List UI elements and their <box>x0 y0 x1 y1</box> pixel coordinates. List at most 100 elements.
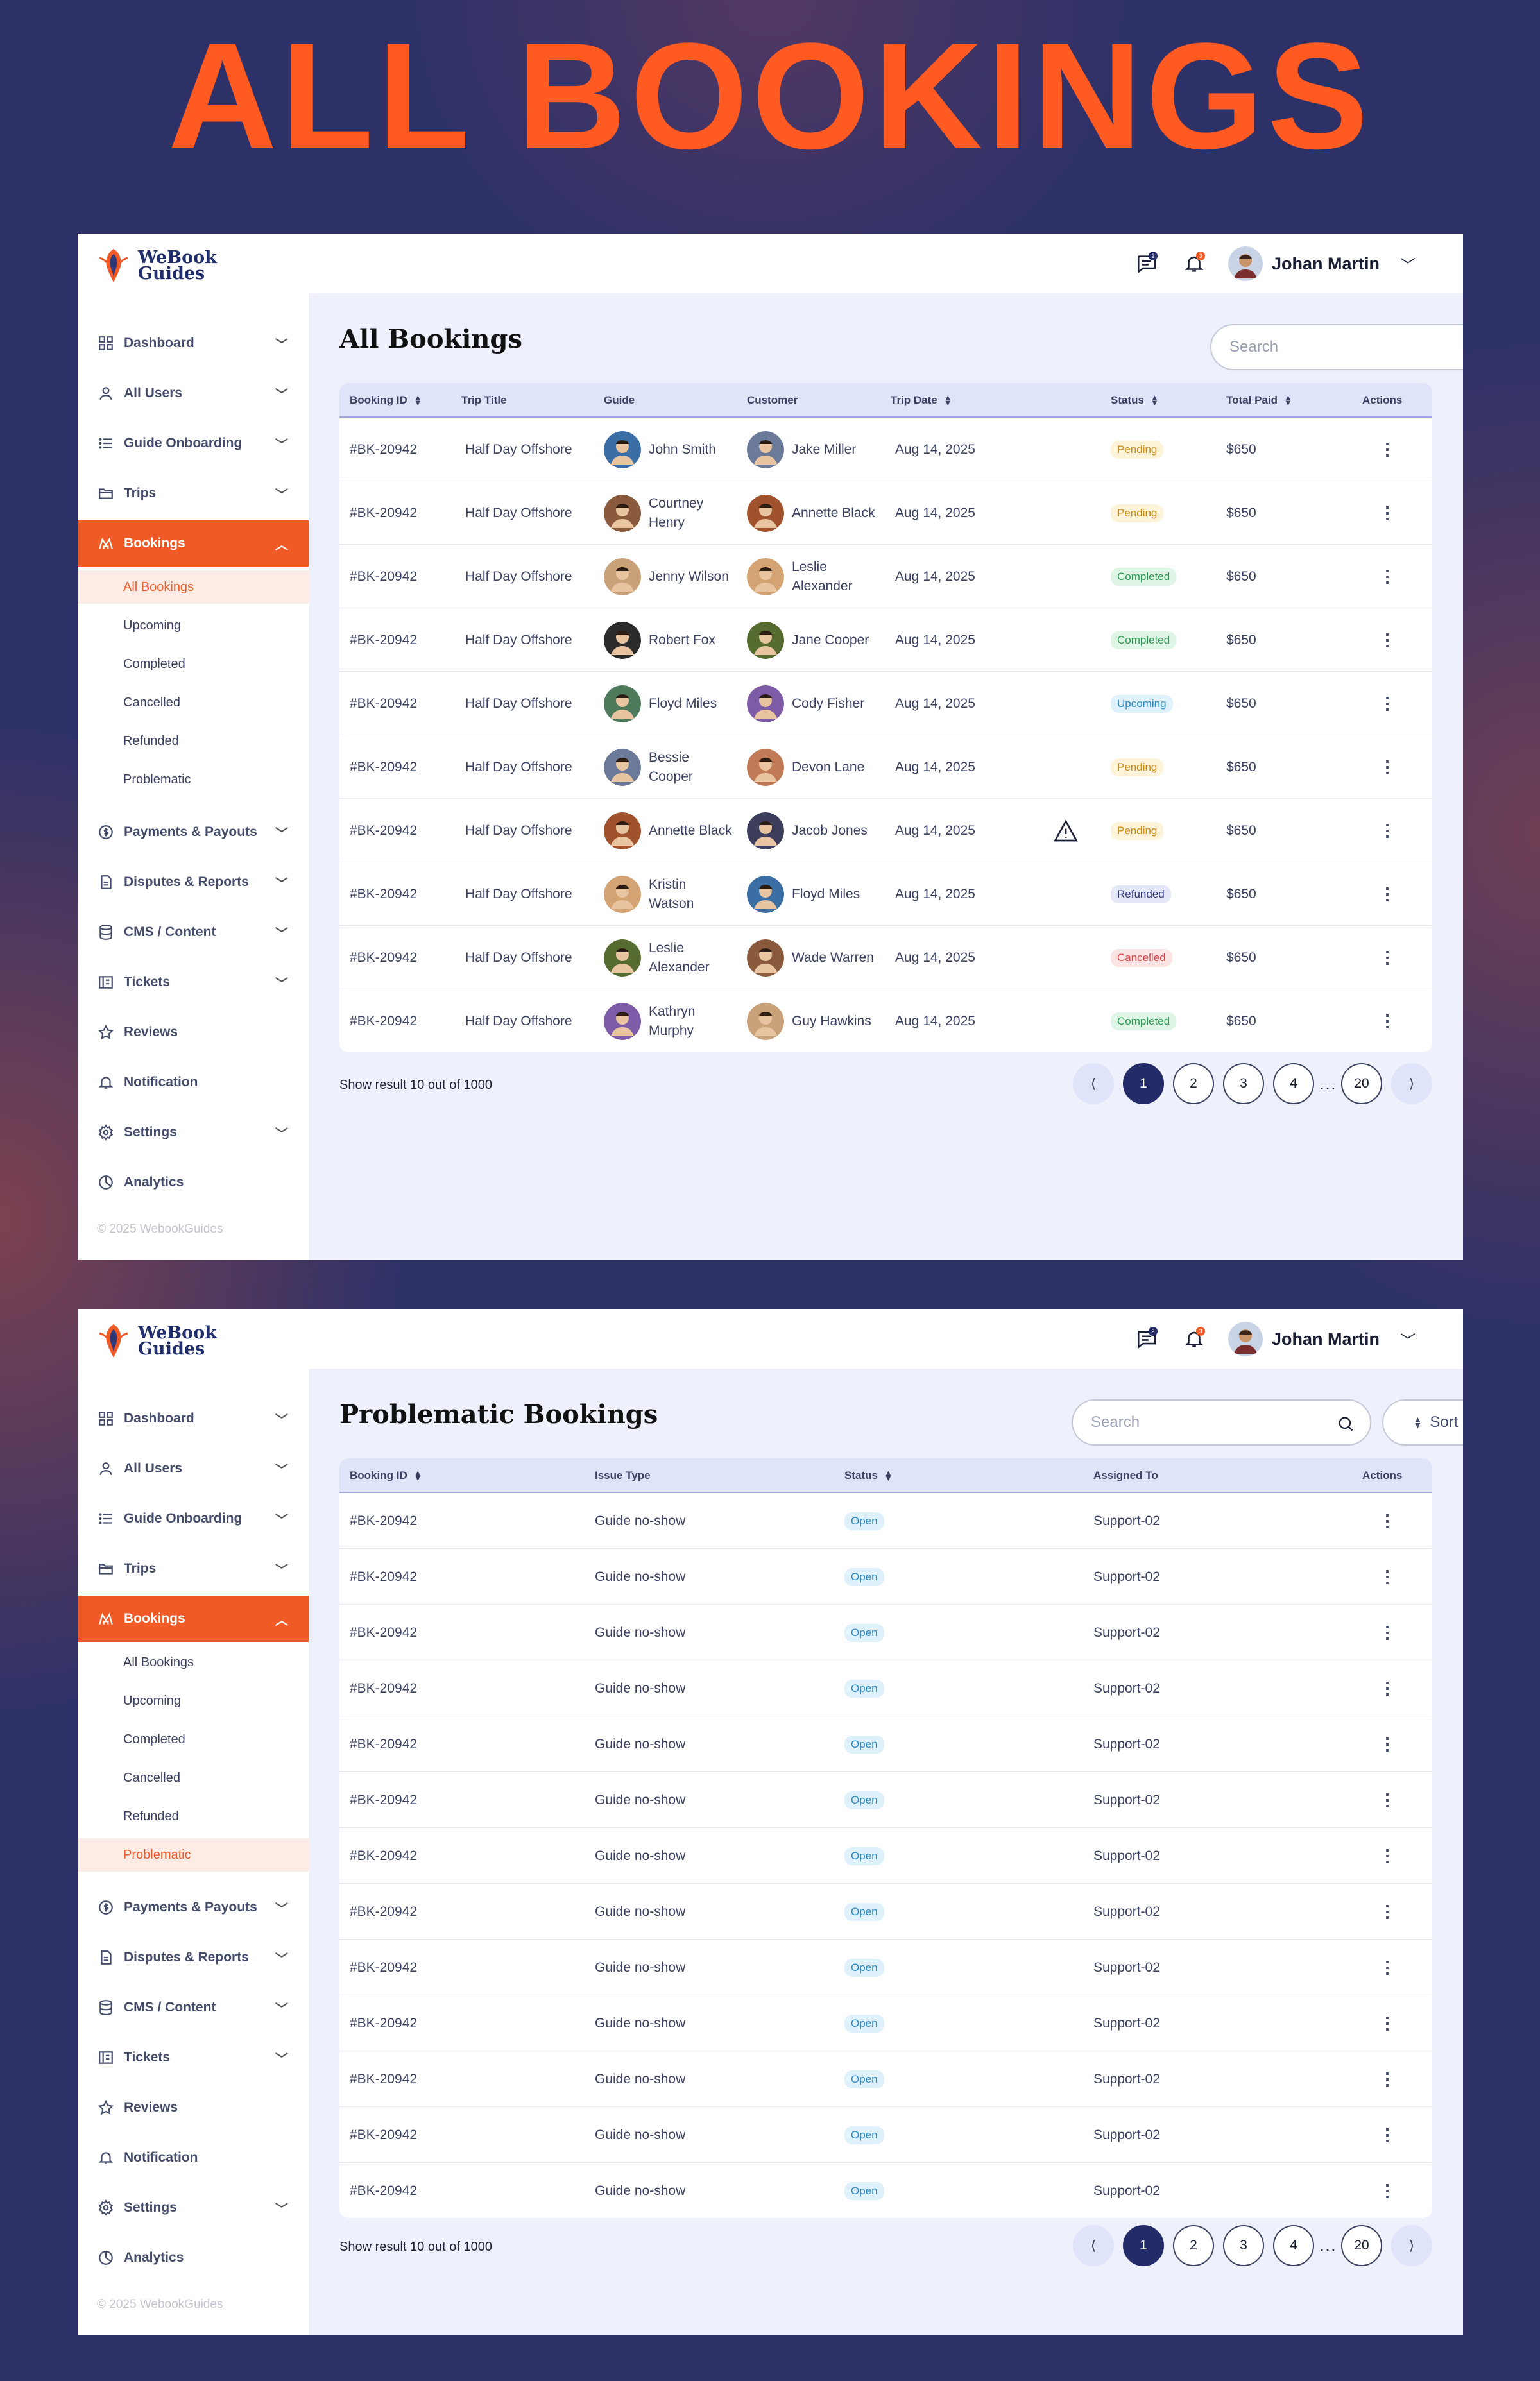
customer-cell[interactable]: Leslie Alexander <box>747 545 875 608</box>
messages-icon[interactable]: 2 <box>1133 250 1160 277</box>
customer-cell[interactable]: Annette Black <box>747 481 875 545</box>
guide-cell[interactable]: Kathryn Murphy <box>604 989 732 1052</box>
sidebar-item-cms-content[interactable]: CMS / Content ﹀ <box>78 1984 309 2031</box>
sidebar-item-dashboard[interactable]: Dashboard ﹀ <box>78 320 309 366</box>
sub-item-upcoming[interactable]: Upcoming <box>78 609 309 642</box>
sidebar-item-reviews[interactable]: Reviews <box>78 1009 309 1055</box>
table-row[interactable]: #BK-20942 Half Day Offshore Kristin Wats… <box>339 862 1432 926</box>
sidebar-item-settings[interactable]: Settings ﹀ <box>78 2185 309 2231</box>
more-actions-icon[interactable]: ⋮ <box>1379 1828 1396 1884</box>
customer-cell[interactable]: Devon Lane <box>747 735 864 799</box>
sidebar-item-guide-onboarding[interactable]: Guide Onboarding ﹀ <box>78 1496 309 1542</box>
chevron-up-icon[interactable]: ︿ <box>275 1610 288 1628</box>
sidebar-item-bookings[interactable]: Bookings ︿ <box>78 1596 309 1642</box>
chevron-down-icon[interactable]: ﹀ <box>275 1999 288 2017</box>
table-row[interactable]: #BK-20942 Guide no-show Open Support-02 … <box>339 2051 1432 2107</box>
table-row[interactable]: #BK-20942 Guide no-show Open Support-02 … <box>339 1995 1432 2051</box>
more-actions-icon[interactable]: ⋮ <box>1379 1884 1396 1940</box>
sub-item-refunded[interactable]: Refunded <box>78 724 309 758</box>
guide-cell[interactable]: Leslie Alexander <box>604 926 732 989</box>
table-row[interactable]: #BK-20942 Guide no-show Open Support-02 … <box>339 1716 1432 1772</box>
more-actions-icon[interactable]: ⋮ <box>1379 926 1396 989</box>
next-page-button[interactable]: ⟩ <box>1391 2225 1432 2266</box>
notifications-icon[interactable]: 3 <box>1181 1326 1208 1353</box>
customer-cell[interactable]: Wade Warren <box>747 926 874 989</box>
customer-cell[interactable]: Jake Miller <box>747 418 856 481</box>
chevron-down-icon[interactable]: ﹀ <box>275 1123 288 1142</box>
sub-item-cancelled[interactable]: Cancelled <box>78 1761 309 1795</box>
chevron-down-icon[interactable]: ﹀ <box>275 1899 288 1917</box>
search-input[interactable]: Search <box>1072 1399 1371 1446</box>
page-button[interactable]: 4 <box>1273 2225 1314 2266</box>
user-menu[interactable]: Johan Martin ﹀ <box>1228 1322 1416 1356</box>
sidebar-item-payments-payouts[interactable]: Payments & Payouts ﹀ <box>78 1884 309 1931</box>
sidebar-item-tickets[interactable]: Tickets ﹀ <box>78 2035 309 2081</box>
sub-item-all-bookings[interactable]: All Bookings <box>78 1646 309 1679</box>
sidebar-item-analytics[interactable]: Analytics <box>78 1159 309 1206</box>
sidebar-item-notification[interactable]: Notification <box>78 1059 309 1105</box>
more-actions-icon[interactable]: ⋮ <box>1379 1772 1396 1828</box>
chevron-down-icon[interactable]: ﹀ <box>1400 1328 1416 1351</box>
table-row[interactable]: #BK-20942 Half Day Offshore Kathryn Murp… <box>339 989 1432 1052</box>
chevron-down-icon[interactable]: ﹀ <box>1400 253 1416 275</box>
table-row[interactable]: #BK-20942 Half Day Offshore Jenny Wilson… <box>339 545 1432 608</box>
table-row[interactable]: #BK-20942 Half Day Offshore Leslie Alexa… <box>339 926 1432 989</box>
more-actions-icon[interactable]: ⋮ <box>1379 1940 1396 1995</box>
page-button[interactable]: 1 <box>1123 2225 1164 2266</box>
sidebar-item-reviews[interactable]: Reviews <box>78 2085 309 2131</box>
page-button[interactable]: 3 <box>1223 1063 1264 1104</box>
table-row[interactable]: #BK-20942 Half Day Offshore Floyd Miles … <box>339 672 1432 735</box>
chevron-down-icon[interactable]: ﹀ <box>275 434 288 453</box>
next-page-button[interactable]: ⟩ <box>1391 1063 1432 1104</box>
table-row[interactable]: #BK-20942 Guide no-show Open Support-02 … <box>339 1884 1432 1940</box>
more-actions-icon[interactable]: ⋮ <box>1379 481 1396 545</box>
notifications-icon[interactable]: 3 <box>1181 250 1208 277</box>
customer-cell[interactable]: Floyd Miles <box>747 862 860 926</box>
more-actions-icon[interactable]: ⋮ <box>1379 1493 1396 1549</box>
sidebar-item-guide-onboarding[interactable]: Guide Onboarding ﹀ <box>78 420 309 466</box>
guide-cell[interactable]: Robert Fox <box>604 608 715 672</box>
guide-cell[interactable]: Jenny Wilson <box>604 545 729 608</box>
chevron-down-icon[interactable]: ﹀ <box>275 2199 288 2217</box>
more-actions-icon[interactable]: ⋮ <box>1379 608 1396 672</box>
table-row[interactable]: #BK-20942 Guide no-show Open Support-02 … <box>339 1493 1432 1549</box>
chevron-down-icon[interactable]: ﹀ <box>275 823 288 842</box>
chevron-down-icon[interactable]: ﹀ <box>275 2049 288 2067</box>
chevron-down-icon[interactable]: ﹀ <box>275 1560 288 1578</box>
more-actions-icon[interactable]: ⋮ <box>1379 1716 1396 1772</box>
column-header[interactable]: Booking ID ▲ ▼ <box>350 383 422 418</box>
chevron-up-icon[interactable]: ︿ <box>275 534 288 553</box>
table-row[interactable]: #BK-20942 Guide no-show Open Support-02 … <box>339 2163 1432 2218</box>
sidebar-item-disputes-reports[interactable]: Disputes & Reports ﹀ <box>78 859 309 905</box>
sidebar-item-bookings[interactable]: Bookings ︿ <box>78 520 309 567</box>
sort-icon[interactable]: ▲ ▼ <box>414 393 422 407</box>
sort-icon[interactable]: ▲ ▼ <box>1151 393 1159 407</box>
table-row[interactable]: #BK-20942 Guide no-show Open Support-02 … <box>339 1828 1432 1884</box>
page-button[interactable]: 1 <box>1123 1063 1164 1104</box>
more-actions-icon[interactable]: ⋮ <box>1379 2107 1396 2163</box>
sidebar-item-trips[interactable]: Trips ﹀ <box>78 1546 309 1592</box>
search-input[interactable]: Search <box>1210 324 1463 370</box>
table-row[interactable]: #BK-20942 Guide no-show Open Support-02 … <box>339 1660 1432 1716</box>
sub-item-completed[interactable]: Completed <box>78 647 309 681</box>
page-button[interactable]: 2 <box>1173 1063 1214 1104</box>
sidebar-item-notification[interactable]: Notification <box>78 2135 309 2181</box>
guide-cell[interactable]: Courtney Henry <box>604 481 732 545</box>
customer-cell[interactable]: Cody Fisher <box>747 672 864 735</box>
sidebar-item-cms-content[interactable]: CMS / Content ﹀ <box>78 909 309 955</box>
brand-logo[interactable]: WeBook Guides <box>96 245 217 286</box>
sub-item-problematic[interactable]: Problematic <box>78 1838 309 1872</box>
chevron-down-icon[interactable]: ﹀ <box>275 1460 288 1478</box>
column-header[interactable]: Trip Date ▲ ▼ <box>891 383 952 418</box>
sidebar-item-trips[interactable]: Trips ﹀ <box>78 470 309 516</box>
more-actions-icon[interactable]: ⋮ <box>1379 799 1396 862</box>
sub-item-refunded[interactable]: Refunded <box>78 1800 309 1833</box>
sort-icon[interactable]: ▲ ▼ <box>944 393 952 407</box>
customer-cell[interactable]: Jane Cooper <box>747 608 869 672</box>
sidebar-item-tickets[interactable]: Tickets ﹀ <box>78 959 309 1005</box>
warning-icon[interactable] <box>1053 818 1079 844</box>
table-row[interactable]: #BK-20942 Guide no-show Open Support-02 … <box>339 1605 1432 1660</box>
sidebar-item-analytics[interactable]: Analytics <box>78 2235 309 2281</box>
page-button[interactable]: 3 <box>1223 2225 1264 2266</box>
sub-item-problematic[interactable]: Problematic <box>78 763 309 796</box>
